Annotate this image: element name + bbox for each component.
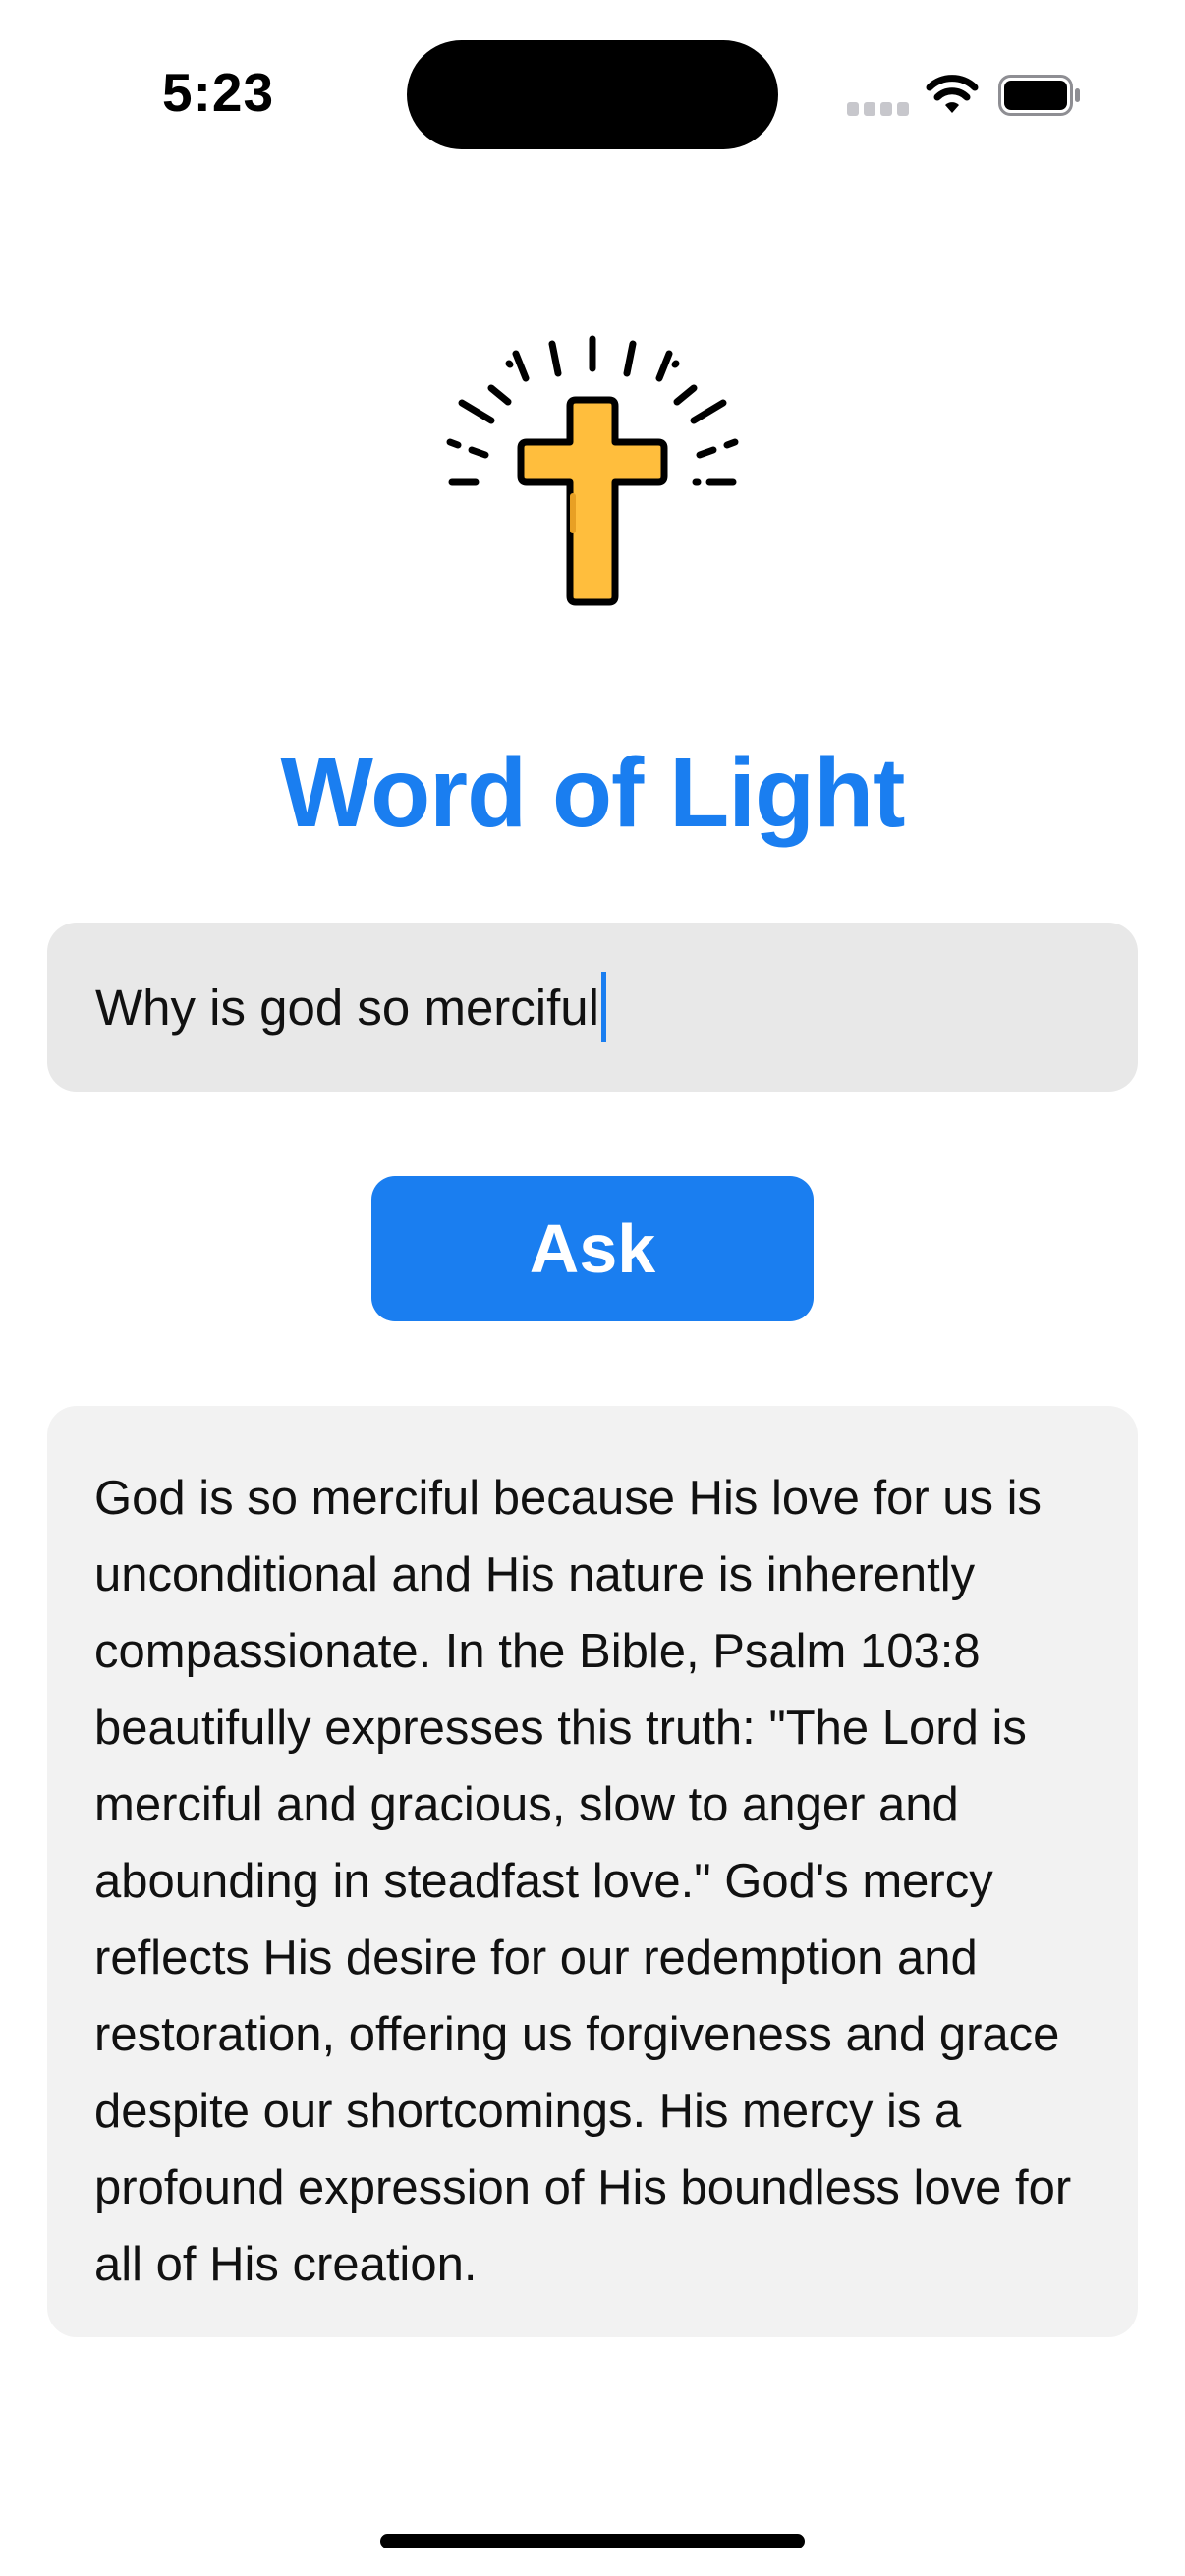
wifi-icon: [926, 75, 979, 113]
dynamic-island: [407, 40, 778, 149]
signal-icon: [847, 102, 909, 116]
battery-icon: [998, 75, 1080, 116]
text-cursor: [601, 972, 606, 1042]
question-input-value[interactable]: Why is god so merciful: [95, 979, 599, 1036]
cross-icon: [446, 335, 739, 606]
answer-card: God is so merciful because His love for …: [47, 1406, 1138, 2337]
ask-button[interactable]: Ask: [371, 1176, 814, 1321]
answer-text: God is so merciful because His love for …: [94, 1472, 1072, 2291]
question-input[interactable]: Why is god so merciful: [47, 923, 1138, 1092]
app-title: Word of Light: [280, 738, 906, 848]
home-indicator[interactable]: [380, 2534, 805, 2548]
status-time: 5:23: [162, 62, 275, 123]
